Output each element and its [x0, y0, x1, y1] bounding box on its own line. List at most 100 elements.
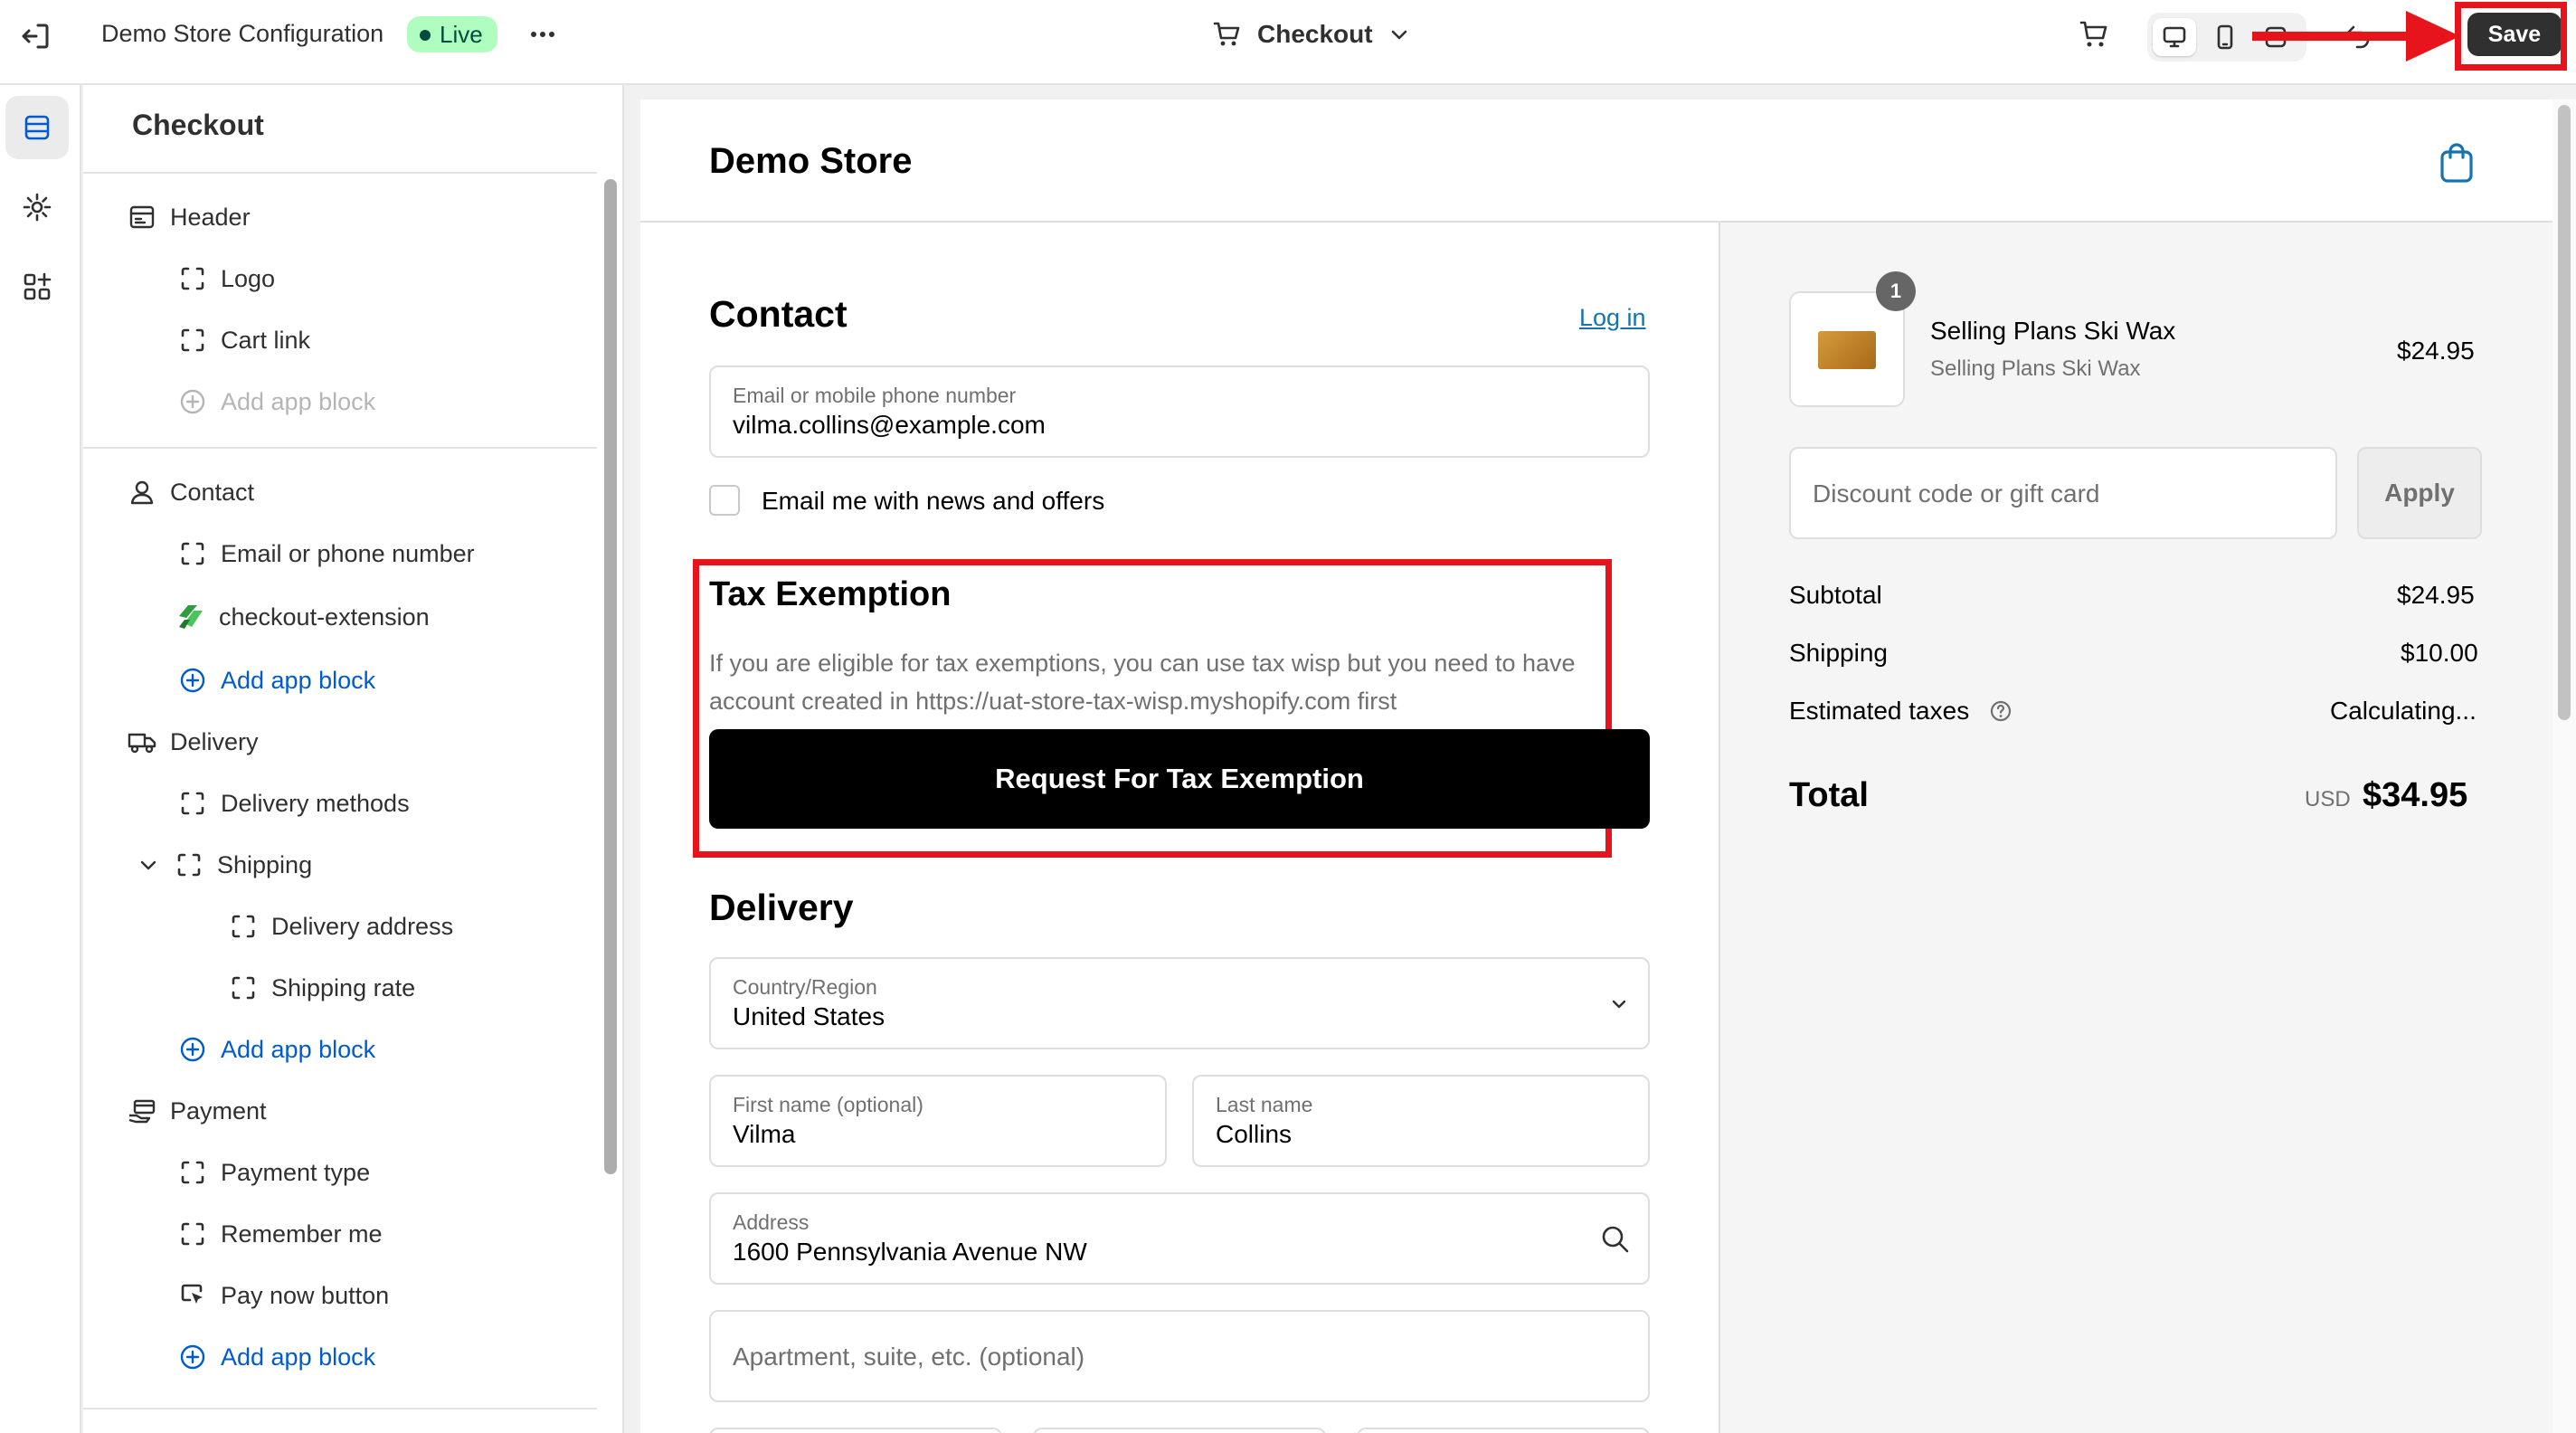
add-circle-icon — [180, 668, 205, 693]
status-badge: Live — [407, 16, 497, 52]
sidebar-item-checkout-extension[interactable]: checkout-extension — [175, 597, 430, 637]
country-select-label: Country/Region — [733, 975, 877, 999]
block-icon — [181, 267, 204, 290]
apartment-field[interactable]: Apartment, suite, etc. (optional) — [709, 1310, 1650, 1402]
sidebar-item-shipping[interactable]: Shipping — [136, 845, 312, 885]
add-circle-icon — [180, 1344, 205, 1370]
contact-heading: Contact — [709, 293, 848, 335]
preview-header: Demo Store — [640, 100, 2552, 223]
settings-rail-button[interactable] — [5, 176, 69, 239]
email-field-label: Email or mobile phone number — [733, 384, 1017, 407]
sidebar-item-header[interactable]: Header — [127, 197, 251, 237]
sidebar-divider — [83, 447, 597, 449]
sidebar-item-label: Shipping rate — [271, 973, 416, 1001]
search-icon[interactable] — [1599, 1223, 1632, 1256]
app-extension-icon — [179, 605, 203, 629]
sidebar-item-logo[interactable]: Logo — [177, 259, 275, 299]
cart-icon — [1213, 22, 1240, 46]
preview-scrollbar[interactable] — [2558, 105, 2571, 720]
gear-icon — [23, 193, 52, 222]
truck-icon — [128, 733, 156, 754]
block-icon — [177, 853, 201, 877]
block-icon — [232, 976, 255, 1000]
annotation-arrow-icon — [2252, 11, 2460, 62]
person-icon — [130, 480, 154, 505]
tax-exemption-description-line: If you are eligible for tax exemptions, … — [709, 650, 1576, 677]
sidebar-item-pay-now-button[interactable]: Pay now button — [177, 1276, 389, 1315]
country-select-value: United States — [733, 1002, 886, 1030]
sidebar-item-label: Logo — [221, 264, 276, 292]
address-field[interactable]: Address 1600 Pennsylvania Avenue NW — [709, 1192, 1650, 1285]
checkout-preview: Demo Store Contact Log in Email or mobil… — [640, 100, 2552, 1433]
request-tax-exemption-button[interactable]: Request For Tax Exemption — [709, 729, 1650, 829]
newsletter-checkbox[interactable] — [709, 485, 740, 516]
discount-code-placeholder: Discount code or gift card — [1813, 479, 2100, 508]
zip-field[interactable] — [1357, 1428, 1650, 1433]
login-link[interactable]: Log in — [1579, 304, 1646, 332]
cursor-click-icon — [181, 1284, 203, 1304]
city-field[interactable] — [709, 1428, 1002, 1433]
chevron-down-icon[interactable] — [136, 852, 161, 878]
sidebar-item-label: Header — [170, 203, 251, 231]
email-field[interactable]: Email or mobile phone number vilma.colli… — [709, 365, 1650, 458]
add-circle-icon — [180, 1037, 205, 1062]
save-highlight-box — [2455, 2, 2567, 71]
sidebar-item-shipping-rate[interactable]: Shipping rate — [228, 968, 415, 1008]
first-name-field[interactable]: First name (optional) Vilma — [709, 1075, 1167, 1167]
sections-rail-button[interactable] — [5, 96, 69, 159]
last-name-value: Collins — [1216, 1120, 1293, 1148]
sidebar-item-email-or-phone[interactable]: Email or phone number — [177, 534, 475, 574]
address-value: 1600 Pennsylvania Avenue NW — [733, 1238, 1087, 1266]
sidebar-item-label: Delivery address — [271, 912, 454, 940]
store-name: Demo Store — [709, 141, 913, 181]
apartment-placeholder: Apartment, suite, etc. (optional) — [733, 1343, 1085, 1371]
last-name-field[interactable]: Last name Collins — [1192, 1075, 1650, 1167]
email-field-value: vilma.collins@example.com — [733, 411, 1046, 439]
mobile-icon — [2217, 24, 2233, 50]
sidebar-item-label: Add app block — [221, 1035, 376, 1063]
state-field[interactable] — [1033, 1428, 1326, 1433]
newsletter-label: Email me with news and offers — [762, 487, 1105, 515]
sidebar-item-remember-me[interactable]: Remember me — [177, 1214, 383, 1254]
sidebar-item-cart-link[interactable]: Cart link — [177, 320, 310, 360]
sidebar-item-label: Delivery — [170, 727, 259, 755]
shopping-bag-icon[interactable] — [2437, 139, 2477, 185]
sidebar-item-label: checkout-extension — [219, 603, 430, 631]
first-name-label: First name (optional) — [733, 1093, 923, 1116]
status-dot-icon — [420, 30, 431, 41]
sidebar-scrollbar[interactable] — [604, 179, 617, 1174]
discount-code-input[interactable]: Discount code or gift card — [1789, 447, 2337, 539]
icon-rail — [0, 85, 81, 1433]
country-select[interactable]: Country/Region United States — [709, 957, 1650, 1049]
sidebar-add-app-block-delivery[interactable]: Add app block — [177, 1030, 375, 1069]
cart-preview-icon[interactable] — [2077, 16, 2113, 52]
exit-icon[interactable] — [18, 18, 54, 54]
sidebar-item-label: Delivery methods — [221, 789, 410, 817]
sidebar-add-app-block-contact[interactable]: Add app block — [177, 660, 375, 700]
apply-discount-button[interactable]: Apply — [2357, 447, 2482, 539]
sidebar-item-delivery[interactable]: Delivery — [127, 722, 259, 762]
tax-exemption-heading: Tax Exemption — [709, 575, 952, 613]
block-icon — [181, 792, 204, 815]
order-summary-panel — [1719, 223, 2552, 1433]
sidebar-item-payment-type[interactable]: Payment type — [177, 1153, 370, 1192]
sidebar-item-label: Payment type — [221, 1158, 371, 1186]
page-selector[interactable]: Checkout — [1212, 16, 1411, 52]
block-icon — [232, 915, 255, 938]
desktop-view-button[interactable] — [2153, 18, 2196, 56]
sidebar-item-label: Remember me — [221, 1219, 383, 1248]
sidebar-item-delivery-address[interactable]: Delivery address — [228, 906, 453, 946]
sidebar-item-label: Email or phone number — [221, 539, 475, 567]
sidebar-item-delivery-methods[interactable]: Delivery methods — [177, 783, 410, 823]
sidebar-divider — [83, 1408, 597, 1409]
sidebar-add-app-block-payment[interactable]: Add app block — [177, 1337, 375, 1377]
mobile-view-button[interactable] — [2203, 18, 2247, 56]
sidebar-item-contact[interactable]: Contact — [127, 472, 254, 512]
apps-rail-button[interactable] — [5, 255, 69, 318]
sidebar-item-label: Pay now button — [221, 1281, 390, 1309]
more-actions-icon[interactable] — [525, 16, 561, 52]
sidebar-item-label: Shipping — [217, 850, 313, 878]
block-icon — [181, 328, 204, 352]
sidebar-add-app-block-header: Add app block — [177, 382, 375, 422]
sidebar-item-payment[interactable]: Payment — [127, 1091, 267, 1131]
